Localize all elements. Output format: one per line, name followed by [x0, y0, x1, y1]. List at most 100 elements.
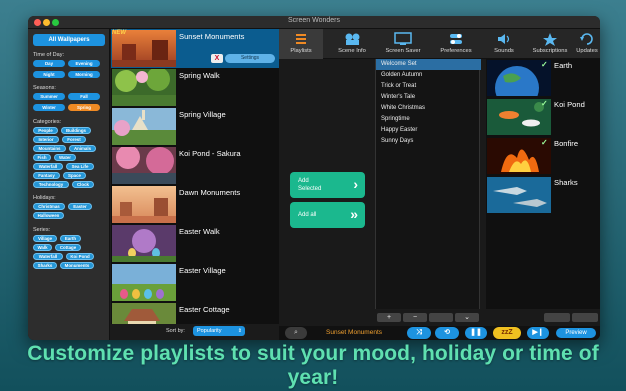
filter-morning[interactable]: Morning	[68, 71, 100, 78]
wallpaper-name: Easter Walk	[179, 227, 220, 236]
new-badge: NEW	[112, 30, 126, 36]
title-bar: Screen Wonders	[28, 16, 600, 29]
filter-walk[interactable]: Walk	[33, 244, 52, 251]
switches-icon	[450, 34, 462, 44]
filter-fantasy[interactable]: Fantasy	[33, 172, 60, 179]
next-icon[interactable]: ▶❙	[527, 327, 549, 339]
add-all-label: Add all	[298, 212, 317, 218]
scene-up-button[interactable]	[544, 313, 570, 322]
playlist-item[interactable]: Springtime	[376, 114, 481, 125]
filter-mountains[interactable]: Mountains	[33, 145, 66, 152]
tab-updates[interactable]: Updates	[574, 29, 600, 59]
scene-item[interactable]: Sharks	[486, 176, 600, 214]
filter-village[interactable]: Village	[33, 235, 57, 242]
wallpaper-settings-button[interactable]: Settings	[225, 54, 275, 63]
sleep-button[interactable]: zzZ	[493, 327, 521, 339]
playlist-item[interactable]: Welcome Set	[376, 59, 481, 70]
add-selected-label: Add Selected	[298, 178, 322, 192]
scene-name: Bonfire	[554, 139, 579, 148]
sort-select[interactable]: Popularity ⇕	[193, 326, 245, 336]
tab-preferences[interactable]: Preferences	[431, 29, 481, 59]
filter-day[interactable]: Day	[33, 60, 65, 67]
filter-animals[interactable]: Animals	[69, 145, 96, 152]
sharks-thumbnail	[487, 177, 551, 213]
filter-monuments[interactable]: Monuments	[60, 262, 94, 269]
repeat-icon[interactable]: ⟲	[435, 327, 459, 339]
tab-sounds[interactable]: Sounds	[484, 29, 524, 59]
sort-value: Popularity	[197, 328, 222, 334]
wallpaper-name: Sunset Monuments	[179, 32, 245, 41]
filter-halloween[interactable]: Halloween	[33, 212, 64, 219]
wallpaper-name: Koi Pond - Sakura	[179, 149, 241, 158]
wallpaper-item[interactable]: Koi Pond - Sakura	[111, 146, 279, 185]
filter-water[interactable]: Water	[54, 154, 76, 161]
scene-down-button[interactable]	[572, 313, 598, 322]
filter-spring[interactable]: Spring	[68, 104, 100, 111]
shuffle-icon[interactable]: ⤨	[407, 327, 431, 339]
holidays-heading: Holidays:	[33, 195, 56, 201]
filter-technology[interactable]: Technology	[33, 181, 69, 188]
playlist-menu-button[interactable]: ⌄	[455, 313, 479, 322]
search-icon[interactable]: ⌕	[285, 327, 307, 339]
remove-playlist-button[interactable]: −	[403, 313, 427, 322]
wallpaper-item[interactable]: Easter Village	[111, 263, 279, 302]
filter-clock[interactable]: Clock	[72, 181, 94, 188]
pause-icon[interactable]: ❚❚	[465, 327, 487, 339]
remove-wallpaper-button[interactable]: X	[211, 54, 223, 63]
wallpaper-name: Dawn Monuments	[179, 188, 241, 197]
filter-space[interactable]: Space	[63, 172, 86, 179]
filter-summer[interactable]: Summer	[33, 93, 65, 100]
filter-buildings[interactable]: Buildings	[61, 127, 91, 134]
scene-item[interactable]: ✓ Bonfire	[486, 137, 600, 175]
filter-people[interactable]: People	[33, 127, 58, 134]
add-all-button[interactable]: Add all »	[290, 202, 365, 228]
double-chevron-right-icon: »	[350, 206, 358, 222]
scene-item[interactable]: ✓ Earth	[486, 59, 600, 97]
app-window: Screen Wonders All Wallpapers Time of Da…	[28, 16, 600, 340]
tab-label: Preferences	[440, 48, 472, 54]
scene-item[interactable]: ✓ Koi Pond	[486, 98, 600, 136]
playlist-item[interactable]: Happy Easter	[376, 125, 481, 136]
playlist-icon	[296, 34, 306, 44]
tab-subscriptions[interactable]: Subscriptions	[527, 29, 573, 59]
filter-winter[interactable]: Winter	[33, 104, 65, 111]
playlist-item[interactable]: Winter's Tale	[376, 92, 481, 103]
filter-interior[interactable]: Interior	[33, 136, 59, 143]
wallpaper-item[interactable]: Spring Walk	[111, 68, 279, 107]
wallpaper-item[interactable]: Dawn Monuments	[111, 185, 279, 224]
filter-koi-pond[interactable]: Koi Pond	[66, 253, 94, 260]
now-playing-title: Sunset Monuments	[326, 329, 383, 336]
wallpaper-item[interactable]: NEW Sunset Monuments X Settings	[111, 29, 279, 68]
add-playlist-button[interactable]: +	[377, 313, 401, 322]
filter-sea-life[interactable]: Sea Life	[66, 163, 94, 170]
filter-waterfall-series[interactable]: Waterfall	[33, 253, 63, 260]
tab-playlists[interactable]: Playlists	[279, 29, 323, 59]
filter-fall[interactable]: Fall	[68, 93, 100, 100]
main-panel: Playlists Scene Info Screen Saver Prefer…	[279, 29, 600, 340]
filter-cottage[interactable]: Cottage	[55, 244, 81, 251]
playlist-action-button[interactable]	[429, 313, 453, 322]
filter-easter[interactable]: Easter	[68, 203, 92, 210]
filter-sharks[interactable]: Sharks	[33, 262, 57, 269]
filter-fish[interactable]: Fish	[33, 154, 51, 161]
filter-evening[interactable]: Evening	[68, 60, 100, 67]
wallpaper-item[interactable]: Spring Village	[111, 107, 279, 146]
playlist-item[interactable]: Golden Autumn	[376, 70, 481, 81]
add-selected-button[interactable]: Add Selected ›	[290, 172, 365, 198]
playlist-item[interactable]: White Christmas	[376, 103, 481, 114]
tab-screen-saver[interactable]: Screen Saver	[380, 29, 426, 59]
wallpaper-item[interactable]: Easter Cottage	[111, 302, 279, 324]
filter-christmas[interactable]: Christmas	[33, 203, 65, 210]
filter-forest[interactable]: Forest	[62, 136, 86, 143]
playlist-list: Welcome Set Golden Autumn Trick or Treat…	[375, 59, 481, 309]
filter-earth[interactable]: Earth	[60, 235, 81, 242]
tab-scene-info[interactable]: Scene Info	[329, 29, 375, 59]
filter-waterfall[interactable]: Waterfall	[33, 163, 63, 170]
dawn-monuments-thumbnail	[112, 186, 176, 223]
all-wallpapers-button[interactable]: All Wallpapers	[33, 34, 105, 46]
filter-night[interactable]: Night	[33, 71, 65, 78]
playlist-item[interactable]: Sunny Days	[376, 136, 481, 147]
wallpaper-item[interactable]: Easter Walk	[111, 224, 279, 263]
preview-button[interactable]: Preview	[556, 328, 596, 338]
playlist-item[interactable]: Trick or Treat	[376, 81, 481, 92]
